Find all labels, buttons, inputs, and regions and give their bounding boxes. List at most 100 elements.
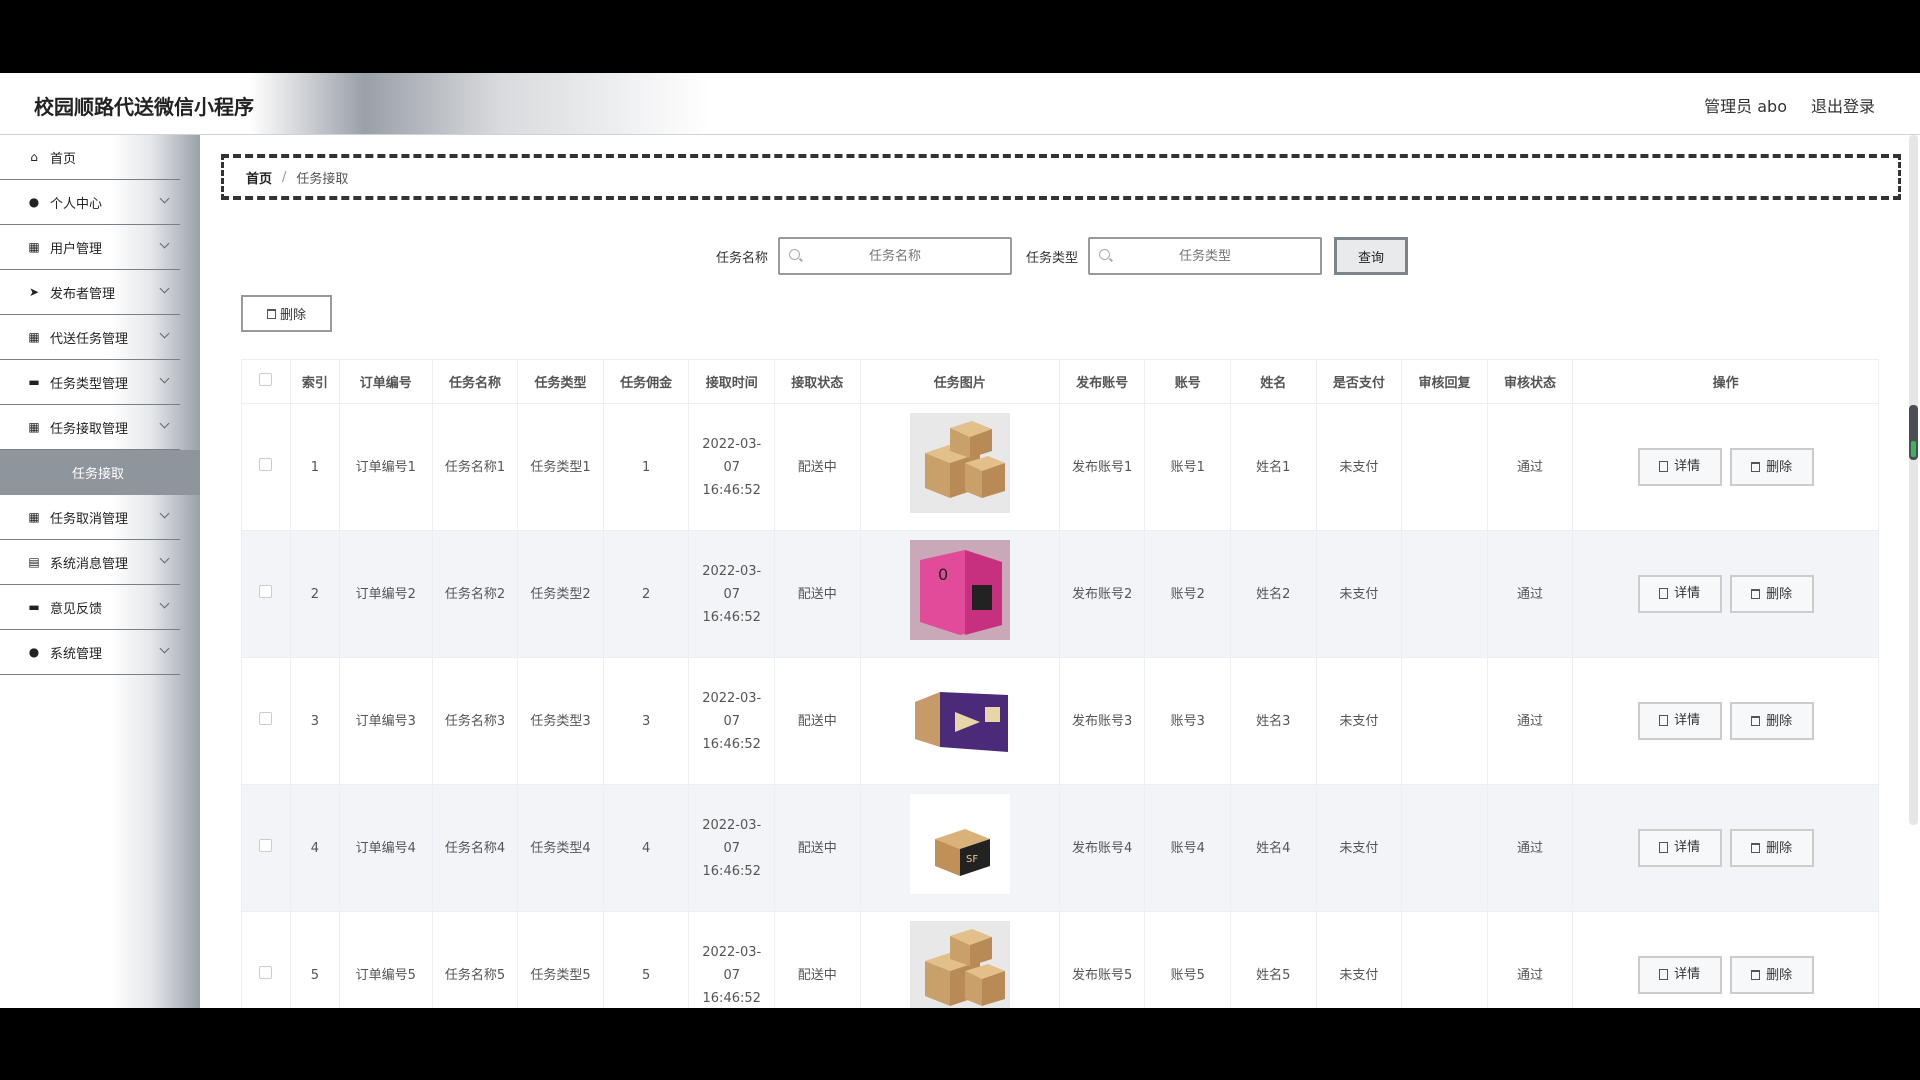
cell-fee: 2	[603, 530, 690, 658]
sidebar-item-label: 发布者管理	[50, 286, 116, 302]
sidebar-item-0[interactable]: ⌂ 首页	[0, 135, 180, 180]
chevron-down-icon	[159, 328, 170, 339]
top-right-area: 管理员 abo 退出登录	[1704, 93, 1875, 117]
cell-audit: 通过	[1487, 784, 1574, 912]
chevron-down-icon	[159, 598, 170, 609]
select-all-checkbox[interactable]	[259, 373, 273, 386]
cell-publisher: 发布账号5	[1059, 911, 1146, 1008]
row-select-cell	[241, 911, 291, 1008]
task-table: 索引 订单编号 任务名称 任务类型 任务佣金 接取时间 接取状态 任务图片 发布账号 账号 姓名 是否…	[241, 359, 1879, 1008]
delete-label: 删除	[1766, 967, 1793, 983]
sidebar-item-label: 代送任务管理	[50, 331, 129, 347]
row-checkbox[interactable]	[259, 711, 273, 725]
sidebar-item-label: 任务类型管理	[50, 376, 129, 392]
detail-button[interactable]: 详情	[1637, 447, 1722, 486]
package-image: SF	[909, 794, 1010, 894]
cell-reply	[1401, 530, 1488, 658]
detail-button[interactable]: 详情	[1637, 828, 1722, 867]
task-type-label: 任务类型	[1026, 250, 1079, 266]
delete-button[interactable]: 删除	[1729, 448, 1814, 487]
row-checkbox[interactable]	[259, 965, 273, 979]
cell-account: 账号2	[1144, 530, 1231, 658]
cell-account: 账号4	[1144, 784, 1231, 912]
column-header: 任务佣金	[603, 359, 690, 404]
delete-label: 删除	[1766, 459, 1793, 475]
document-icon	[1659, 969, 1669, 981]
column-header: 审核状态	[1487, 359, 1574, 404]
bulk-delete-button[interactable]: 删除	[241, 295, 332, 332]
page-scrollbar-track[interactable]	[1909, 135, 1918, 825]
task-name-field[interactable]	[778, 237, 1012, 275]
row-checkbox[interactable]	[259, 838, 273, 852]
chevron-down-icon	[159, 238, 170, 249]
cell-paid: 未支付	[1316, 911, 1403, 1008]
cell-image	[860, 403, 1060, 531]
briefcase-icon: ▬	[28, 600, 40, 614]
detail-label: 详情	[1674, 586, 1701, 602]
breadcrumb-current: 任务接取	[296, 171, 349, 187]
sidebar-item-label: 用户管理	[50, 241, 103, 257]
cell-actions: 详情 删除	[1572, 530, 1879, 658]
sidebar-subitem-task-accept[interactable]: 任务接取	[0, 450, 200, 495]
sidebar-item-4[interactable]: ▦ 代送任务管理	[0, 315, 180, 360]
cell-type: 任务类型2	[517, 530, 604, 658]
comment-icon: ▬	[28, 375, 40, 389]
task-type-field[interactable]	[1088, 237, 1323, 275]
grid-icon: ▦	[28, 330, 40, 344]
sidebar-item-label: 系统消息管理	[50, 556, 129, 572]
bulk-delete-label: 删除	[279, 308, 306, 323]
sidebar-item-2[interactable]: ▦ 用户管理	[0, 225, 180, 270]
logout-button[interactable]: 退出登录	[1811, 93, 1875, 117]
detail-label: 详情	[1674, 967, 1701, 983]
cell-fee: 4	[603, 784, 690, 912]
main-content: 首页 / 任务接取 任务名称 任务类型 查询 删除	[200, 135, 1920, 1008]
cell-reply	[1401, 657, 1488, 785]
row-select-cell	[241, 657, 291, 785]
column-header: 订单编号	[339, 359, 433, 404]
column-header: 姓名	[1230, 359, 1317, 404]
cell-type: 任务类型1	[517, 403, 604, 531]
detail-button[interactable]: 详情	[1637, 574, 1722, 613]
sidebar-item-6[interactable]: ▦ 任务接取管理	[0, 405, 180, 450]
cell-fee: 1	[603, 403, 690, 531]
svg-text:SF: SF	[966, 854, 978, 865]
query-button[interactable]: 查询	[1334, 237, 1409, 275]
cell-person: 姓名1	[1230, 403, 1317, 531]
sidebar-item-5[interactable]: ▬ 任务类型管理	[0, 360, 180, 405]
delete-button[interactable]: 删除	[1729, 575, 1814, 614]
row-select-cell	[241, 784, 291, 912]
sidebar-item-label: 个人中心	[50, 196, 103, 212]
cell-fee: 5	[603, 911, 690, 1008]
task-type-input[interactable]	[1090, 248, 1321, 264]
chevron-down-icon	[159, 193, 170, 204]
breadcrumb-home[interactable]: 首页	[246, 168, 272, 187]
delete-button[interactable]: 删除	[1729, 829, 1814, 868]
cell-publisher: 发布账号3	[1059, 657, 1146, 785]
app-title: 校园顺路代送微信小程序	[34, 95, 254, 119]
search-form: 任务名称 任务类型 查询	[200, 237, 1920, 275]
sidebar-item-9[interactable]: ▤ 系统消息管理	[0, 540, 180, 585]
person-icon: ●	[28, 195, 40, 209]
document-icon	[1659, 588, 1669, 600]
column-header: 是否支付	[1316, 359, 1403, 404]
sidebar-item-8[interactable]: ▦ 任务取消管理	[0, 495, 180, 540]
row-checkbox[interactable]	[259, 584, 273, 598]
page-scrollbar-thumb[interactable]	[1909, 405, 1918, 460]
detail-button[interactable]: 详情	[1637, 955, 1722, 994]
row-checkbox[interactable]	[259, 457, 273, 471]
row-select-cell	[241, 530, 291, 658]
delete-button[interactable]: 删除	[1729, 702, 1814, 741]
sidebar-item-3[interactable]: ➤ 发布者管理	[0, 270, 180, 315]
sidebar: ⌂ 首页 ● 个人中心 ▦ 用户管理 ➤ 发布者管理 ▦ 代送任务管理 ▬ 任务类型管理 ▦ 任务接取管理…	[0, 135, 200, 1008]
cell-paid: 未支付	[1316, 784, 1403, 912]
delete-button[interactable]: 删除	[1729, 956, 1814, 995]
sidebar-item-10[interactable]: ▬ 意见反馈	[0, 585, 180, 630]
column-header: 接取时间	[688, 359, 775, 404]
cell-status: 配送中	[774, 784, 861, 912]
task-name-input[interactable]	[780, 248, 1010, 264]
sidebar-item-1[interactable]: ● 个人中心	[0, 180, 180, 225]
detail-button[interactable]: 详情	[1637, 701, 1722, 740]
sidebar-item-11[interactable]: ● 系统管理	[0, 630, 180, 675]
package-image	[909, 413, 1010, 513]
cell-image	[860, 911, 1060, 1008]
